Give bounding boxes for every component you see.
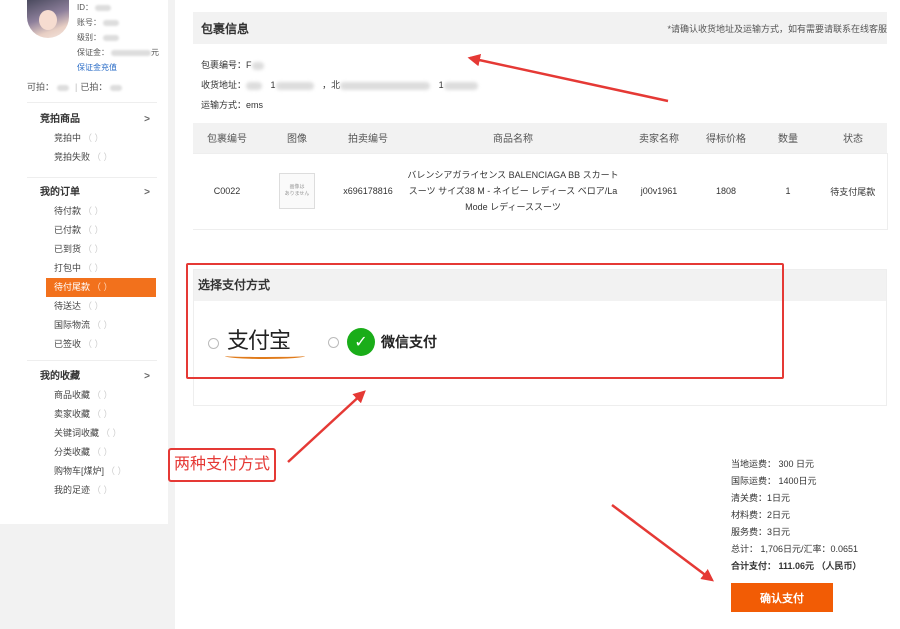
sidebar-item-bidding[interactable]: 竞拍中（ ） <box>40 129 160 148</box>
sidebar-item-pending-payment[interactable]: 待付款（ ） <box>40 202 160 221</box>
package-info: 包裹编号：F 收货地址： 1 ，北 1 运输方式：ems <box>201 55 701 115</box>
column-header: 得标价格 <box>695 123 757 153</box>
package-title: 包裹信息 <box>201 21 250 36</box>
chevron-right-icon: > <box>144 371 150 382</box>
cell-quantity: 1 <box>757 152 819 230</box>
annotation-box <box>186 263 784 379</box>
cell-seller: j00v1961 <box>623 152 695 230</box>
divider <box>27 177 157 178</box>
sidebar-item-product-favorites[interactable]: 商品收藏（ ） <box>40 386 160 405</box>
divider <box>27 360 157 361</box>
fee-material: 材料费：2日元 <box>731 510 791 520</box>
bid-counts: 可拍： | 已拍： <box>27 80 125 93</box>
cell-status: 待支付尾款 <box>819 152 888 230</box>
sidebar-item-bid-failed[interactable]: 竞拍失败（ ） <box>40 148 160 167</box>
fee-intl-shipping: 国际运费： 1400日元 <box>731 476 817 486</box>
cell-price: 1808 <box>695 152 757 230</box>
sidebar-item-footprints[interactable]: 我的足迹（ ） <box>40 481 160 500</box>
shipping-method: 运输方式：ems <box>201 100 264 110</box>
divider <box>27 102 157 103</box>
column-header: 卖家名称 <box>623 123 695 153</box>
fee-summary: 当地运费： 300 日元 国际运费： 1400日元 清关费：1日元 材料费：2日… <box>731 456 896 575</box>
shipping-address: 收货地址： 1 ，北 1 <box>201 75 701 95</box>
sidebar-item-signed[interactable]: 已签收（ ） <box>40 335 160 354</box>
avatar[interactable] <box>27 0 69 38</box>
sidebar-item-seller-favorites[interactable]: 卖家收藏（ ） <box>40 405 160 424</box>
user-id: ID： <box>77 0 167 15</box>
confirm-payment-button[interactable]: 确认支付 <box>731 583 833 612</box>
sidebar-item-packing[interactable]: 打包中（ ） <box>40 259 160 278</box>
sidebar-item-keyword-favorites[interactable]: 关键词收藏（ ） <box>40 424 160 443</box>
sidebar-item-balance-due[interactable]: 待付尾款（ ） <box>46 278 156 297</box>
sidebar: ID： 账号： 级别： 保证金：元 保证金充值 可拍： | 已拍： 竞拍商品 > 竞拍… <box>0 0 168 524</box>
user-level: 级别： <box>77 30 167 45</box>
column-header: 拍卖编号 <box>333 123 403 153</box>
fee-total: 合计支付： 111.06元 （人民币） <box>731 561 862 571</box>
column-header: 图像 <box>261 123 333 153</box>
sidebar-head-auction[interactable]: 竞拍商品 > <box>40 111 160 129</box>
table-header-row: 包裹编号 图像 拍卖编号 商品名称 卖家名称 得标价格 数量 状态 <box>193 123 887 153</box>
sidebar-section-favorites: 我的收藏 > 商品收藏（ ） 卖家收藏（ ） 关键词收藏（ ） 分类收藏（ ） 购… <box>40 368 160 500</box>
recharge-link[interactable]: 保证金充值 <box>77 60 167 75</box>
sidebar-item-arrived[interactable]: 已到货（ ） <box>40 240 160 259</box>
fee-customs: 清关费：1日元 <box>731 493 791 503</box>
sidebar-section-auction: 竞拍商品 > 竞拍中（ ） 竞拍失败（ ） <box>40 111 160 167</box>
cell-product-name[interactable]: バレンシアガライセンス BALENCIAGA BB スカートスーツ サイズ38 … <box>403 152 623 230</box>
sidebar-item-category-favorites[interactable]: 分类收藏（ ） <box>40 443 160 462</box>
column-header: 状态 <box>819 123 887 153</box>
package-number: 包裹编号：F <box>201 55 701 75</box>
product-thumbnail[interactable]: 画像は ありません <box>279 173 315 209</box>
fee-service: 服务费：3日元 <box>731 527 791 537</box>
cell-auction-no[interactable]: x696178816 <box>333 152 403 230</box>
column-header: 数量 <box>757 123 819 153</box>
column-header: 商品名称 <box>403 123 623 153</box>
table-row: C0022 画像は ありません x696178816 バレンシアガライセンス B… <box>193 152 888 230</box>
chevron-right-icon: > <box>144 114 150 125</box>
chevron-right-icon: > <box>144 187 150 198</box>
package-note: *请确认收货地址及运输方式，如有需要请联系在线客服 <box>667 23 887 34</box>
column-header: 包裹编号 <box>193 123 261 153</box>
sidebar-item-paid[interactable]: 已付款（ ） <box>40 221 160 240</box>
fee-subtotal: 总计： 1,706日元/汇率：0.0651 <box>731 544 859 554</box>
sidebar-item-awaiting-delivery[interactable]: 待送达（ ） <box>40 297 160 316</box>
annotation-label: 两种支付方式 <box>168 448 276 482</box>
sidebar-item-cart-mercari[interactable]: 购物车[煤炉] （ ） <box>40 462 160 481</box>
user-account: 账号： <box>77 15 167 30</box>
sidebar-bottom-space <box>0 524 168 629</box>
package-header: 包裹信息 *请确认收货地址及运输方式，如有需要请联系在线客服 <box>193 12 887 44</box>
order-table: 包裹编号 图像 拍卖编号 商品名称 卖家名称 得标价格 数量 状态 C0022 … <box>193 123 888 230</box>
sidebar-item-intl-logistics[interactable]: 国际物流（ ） <box>40 316 160 335</box>
cell-package-no: C0022 <box>193 152 261 230</box>
fee-local-shipping: 当地运费： 300 日元 <box>731 459 815 469</box>
sidebar-section-orders: 我的订单 > 待付款（ ） 已付款（ ） 已到货（ ） 打包中（ ） 待付尾款（ … <box>40 184 160 354</box>
sidebar-head-favorites[interactable]: 我的收藏 > <box>40 368 160 386</box>
user-info: ID： 账号： 级别： 保证金：元 保证金充值 <box>77 0 167 75</box>
sidebar-head-orders[interactable]: 我的订单 > <box>40 184 160 202</box>
cell-image: 画像は ありません <box>261 152 333 230</box>
user-deposit: 保证金：元 <box>77 48 159 57</box>
